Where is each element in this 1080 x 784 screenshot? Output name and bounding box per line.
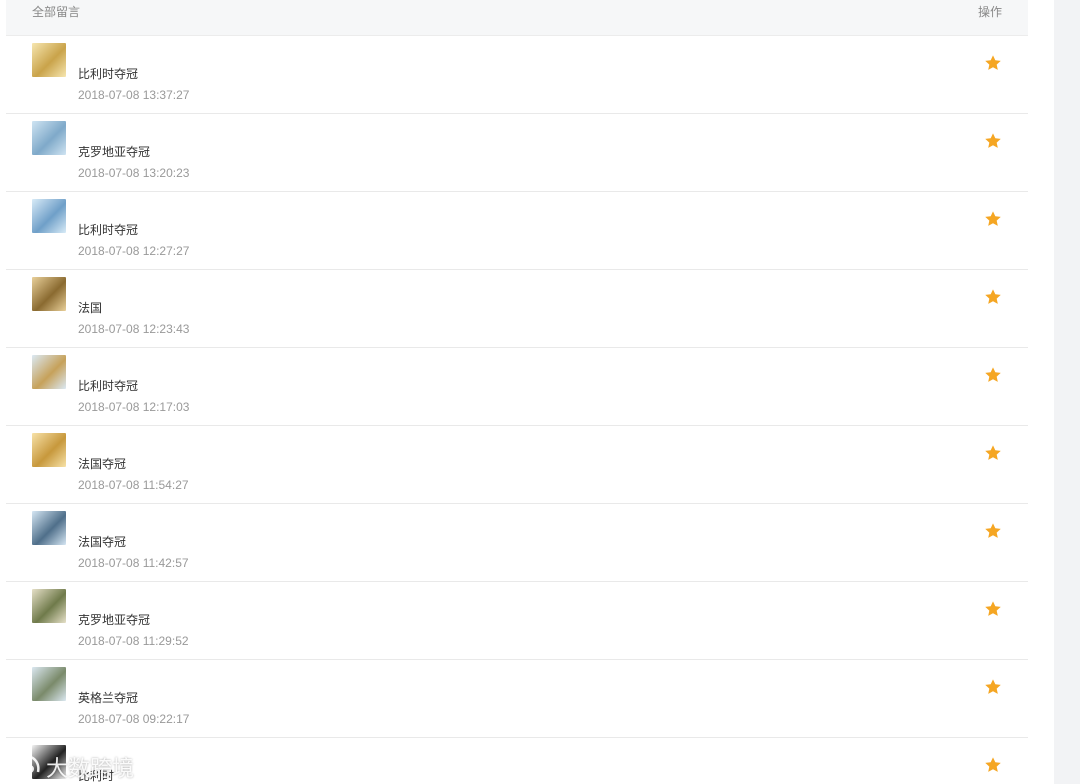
star-icon[interactable] (984, 210, 1002, 228)
message-text: 克罗地亚夺冠 (78, 145, 151, 159)
avatar[interactable] (32, 589, 66, 623)
star-icon[interactable] (984, 54, 1002, 72)
page: 全部留言 操作 比利时夺冠 2018-07-08 13:37:27 克罗地亚夺冠 20… (0, 0, 1080, 784)
star-icon[interactable] (984, 756, 1002, 774)
messages-panel: 全部留言 操作 比利时夺冠 2018-07-08 13:37:27 克罗地亚夺冠 20… (6, 0, 1028, 784)
watermark-logo-icon (10, 755, 40, 773)
message-text: 比利时夺冠 (78, 223, 139, 237)
message-time: 2018-07-08 13:37:27 (78, 88, 190, 102)
message-text: 法国 (78, 301, 103, 315)
message-row: 英格兰夺冠 2018-07-08 09:22:17 (6, 660, 1028, 738)
message-time: 2018-07-08 12:17:03 (78, 400, 190, 414)
message-time: 2018-07-08 12:23:43 (78, 322, 190, 336)
message-row: 比利时夺冠 2018-07-08 12:17:03 (6, 348, 1028, 426)
star-icon[interactable] (984, 132, 1002, 150)
avatar[interactable] (32, 667, 66, 701)
star-icon[interactable] (984, 600, 1002, 618)
message-time: 2018-07-08 11:29:52 (78, 634, 189, 648)
message-row: 比利时夺冠 2018-07-08 12:27:27 (6, 192, 1028, 270)
message-text: 比利时夺冠 (78, 379, 139, 393)
avatar[interactable] (32, 277, 66, 311)
message-row: 克罗地亚夺冠 2018-07-08 13:20:23 (6, 114, 1028, 192)
message-row: 比利时夺冠 2018-07-08 13:37:27 (6, 36, 1028, 114)
message-row: 克罗地亚夺冠 2018-07-08 11:29:52 (6, 582, 1028, 660)
table-header: 全部留言 操作 (6, 0, 1028, 36)
avatar[interactable] (32, 511, 66, 545)
message-time: 2018-07-08 09:22:17 (78, 712, 190, 726)
actions-header: 操作 (977, 5, 1002, 19)
message-text: 法国夺冠 (78, 535, 127, 549)
message-row: 法国 2018-07-08 12:23:43 (6, 270, 1028, 348)
star-icon[interactable] (984, 444, 1002, 462)
message-text: 英格兰夺冠 (78, 691, 139, 705)
message-row: 比利时 (6, 738, 1028, 784)
all-messages-header: 全部留言 (32, 5, 81, 19)
message-row: 法国夺冠 2018-07-08 11:54:27 (6, 426, 1028, 504)
message-text: 克罗地亚夺冠 (78, 613, 151, 627)
avatar[interactable] (32, 433, 66, 467)
message-row: 法国夺冠 2018-07-08 11:42:57 (6, 504, 1028, 582)
star-icon[interactable] (984, 288, 1002, 306)
message-text: 比利时夺冠 (78, 67, 139, 81)
message-time: 2018-07-08 13:20:23 (78, 166, 190, 180)
message-time: 2018-07-08 12:27:27 (78, 244, 190, 258)
avatar[interactable] (32, 43, 66, 77)
message-time: 2018-07-08 11:42:57 (78, 556, 189, 570)
avatar[interactable] (32, 199, 66, 233)
avatar[interactable] (32, 355, 66, 389)
right-scroll-area[interactable] (1054, 0, 1080, 784)
message-list: 比利时夺冠 2018-07-08 13:37:27 克罗地亚夺冠 2018-07-08… (6, 36, 1028, 784)
watermark: 大数跨境 (8, 750, 148, 781)
avatar[interactable] (32, 121, 66, 155)
star-icon[interactable] (984, 522, 1002, 540)
message-text: 法国夺冠 (78, 457, 127, 471)
watermark-text: 大数跨境 (46, 756, 135, 781)
star-icon[interactable] (984, 366, 1002, 384)
star-icon[interactable] (984, 678, 1002, 696)
message-time: 2018-07-08 11:54:27 (78, 478, 189, 492)
